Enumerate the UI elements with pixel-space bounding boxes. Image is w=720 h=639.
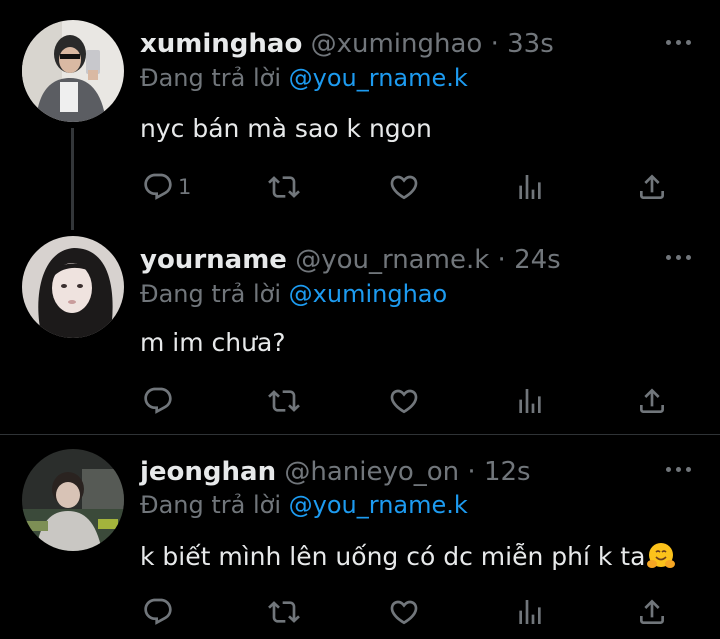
share-button[interactable] bbox=[636, 170, 668, 204]
tweet[interactable]: xuminghao @xuminghao · 33s Đang trả lời … bbox=[0, 0, 720, 230]
user-handle[interactable]: @xuminghao bbox=[311, 29, 483, 59]
display-name[interactable]: yourname bbox=[140, 245, 287, 275]
analytics-icon bbox=[514, 596, 546, 628]
retweet-icon bbox=[268, 171, 300, 203]
hugging-face-emoji bbox=[647, 543, 676, 568]
mention-link[interactable]: @you_rname.k bbox=[289, 64, 468, 92]
mention-link[interactable]: @you_rname.k bbox=[289, 491, 468, 519]
retweet-button[interactable] bbox=[268, 170, 300, 204]
user-handle[interactable]: @you_rname.k bbox=[295, 245, 489, 275]
more-icon[interactable] bbox=[666, 466, 692, 474]
avatar[interactable] bbox=[22, 236, 124, 338]
avatar[interactable] bbox=[22, 449, 124, 551]
tweet-header: jeonghan @hanieyo_on · 12s bbox=[140, 457, 531, 487]
tweet-header: yourname @you_rname.k · 24s bbox=[140, 245, 561, 275]
timestamp[interactable]: 12s bbox=[484, 457, 531, 487]
share-button[interactable] bbox=[636, 595, 668, 629]
replying-to-label: Đang trả lời bbox=[140, 280, 282, 308]
tweet-header: xuminghao @xuminghao · 33s bbox=[140, 29, 554, 59]
share-icon bbox=[636, 596, 668, 628]
like-button[interactable] bbox=[388, 595, 420, 629]
tweet-actions: 1 bbox=[140, 170, 680, 204]
reply-icon bbox=[142, 385, 174, 417]
retweet-icon bbox=[268, 385, 300, 417]
heart-icon bbox=[388, 385, 420, 417]
more-icon[interactable] bbox=[666, 39, 692, 47]
share-icon bbox=[636, 171, 668, 203]
heart-icon bbox=[388, 596, 420, 628]
user-handle[interactable]: @hanieyo_on bbox=[284, 457, 459, 487]
like-button[interactable] bbox=[388, 170, 420, 204]
retweet-button[interactable] bbox=[268, 384, 300, 418]
retweet-button[interactable] bbox=[268, 595, 300, 629]
replying-to-label: Đang trả lời bbox=[140, 64, 282, 92]
mention-link[interactable]: @xuminghao bbox=[289, 280, 448, 308]
tweet-text-container: k biết mình lên uống có dc miễn phí k ta bbox=[140, 541, 676, 571]
more-icon[interactable] bbox=[666, 254, 692, 262]
replying-to: Đang trả lời @xuminghao bbox=[140, 280, 447, 308]
separator: · bbox=[467, 457, 476, 487]
display-name[interactable]: jeonghan bbox=[140, 457, 276, 487]
tweet-text: k biết mình lên uống có dc miễn phí k ta bbox=[140, 542, 646, 571]
tweet[interactable]: jeonghan @hanieyo_on · 12s Đang trả lời … bbox=[0, 435, 720, 639]
reply-count: 1 bbox=[178, 175, 192, 199]
timestamp[interactable]: 33s bbox=[507, 29, 554, 59]
reply-icon bbox=[142, 171, 174, 203]
display-name[interactable]: xuminghao bbox=[140, 29, 302, 59]
tweet-text: nyc bán mà sao k ngon bbox=[140, 114, 432, 143]
tweet-actions bbox=[140, 595, 680, 629]
timestamp[interactable]: 24s bbox=[514, 245, 561, 275]
separator: · bbox=[490, 29, 499, 59]
views-button[interactable] bbox=[514, 384, 546, 418]
replying-to-label: Đang trả lời bbox=[140, 491, 282, 519]
like-button[interactable] bbox=[388, 384, 420, 418]
replying-to: Đang trả lời @you_rname.k bbox=[140, 64, 468, 92]
share-icon bbox=[636, 385, 668, 417]
views-button[interactable] bbox=[514, 170, 546, 204]
retweet-icon bbox=[268, 596, 300, 628]
analytics-icon bbox=[514, 171, 546, 203]
replying-to: Đang trả lời @you_rname.k bbox=[140, 491, 468, 519]
share-button[interactable] bbox=[636, 384, 668, 418]
reply-icon bbox=[142, 596, 174, 628]
analytics-icon bbox=[514, 385, 546, 417]
reply-button[interactable] bbox=[142, 384, 178, 418]
views-button[interactable] bbox=[514, 595, 546, 629]
reply-button[interactable] bbox=[142, 595, 178, 629]
avatar[interactable] bbox=[22, 20, 124, 122]
tweet-text: m im chưa? bbox=[140, 328, 286, 357]
heart-icon bbox=[388, 171, 420, 203]
reply-button[interactable]: 1 bbox=[142, 170, 191, 204]
separator: · bbox=[497, 245, 506, 275]
tweet-actions bbox=[140, 384, 680, 418]
tweet[interactable]: yourname @you_rname.k · 24s Đang trả lời… bbox=[0, 220, 720, 434]
thread-connector bbox=[71, 128, 74, 230]
